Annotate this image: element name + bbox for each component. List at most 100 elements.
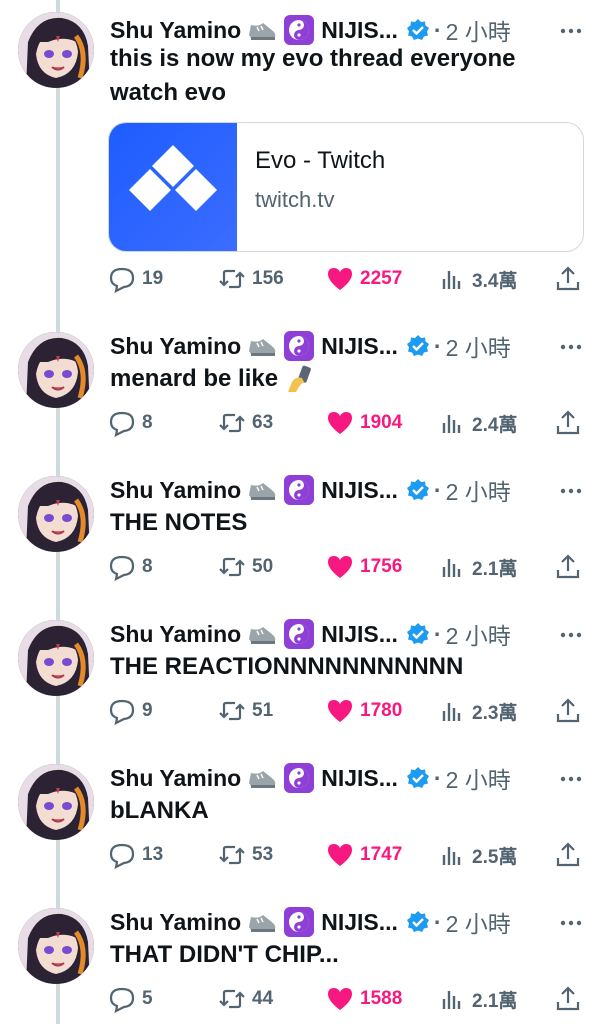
- tweet-text-line: this is now my evo thread everyone: [110, 45, 516, 72]
- like-button[interactable]: 1747: [326, 838, 402, 872]
- share-button[interactable]: [554, 550, 582, 584]
- tweet-text-line: THE NOTES: [110, 509, 248, 536]
- views-icon: [442, 271, 461, 289]
- author-name[interactable]: Shu Yamino: [110, 333, 241, 360]
- reply-icon: [109, 555, 135, 581]
- action-bar: 8 63 1904 2.4萬: [108, 406, 584, 440]
- reply-button[interactable]: 13: [108, 838, 163, 872]
- yin-yang-emoji-icon: [284, 331, 315, 361]
- views-icon: [442, 415, 461, 433]
- more-icon[interactable]: [556, 620, 586, 650]
- like-button[interactable]: 1904: [326, 406, 402, 440]
- avatar[interactable]: [18, 620, 94, 696]
- share-button[interactable]: [554, 694, 582, 728]
- timestamp[interactable]: 2 小時: [446, 905, 511, 939]
- yin-yang-emoji-icon: [284, 475, 315, 505]
- selfie-emoji-icon: [288, 365, 311, 392]
- author-name[interactable]: Shu Yamino: [110, 477, 241, 504]
- verified-badge-icon: [406, 623, 429, 644]
- retweet-button[interactable]: 44: [218, 982, 273, 1016]
- reply-count: 13: [142, 844, 164, 865]
- link-card[interactable]: Evo - Twitch twitch.tv: [108, 122, 584, 252]
- reply-button[interactable]: 19: [108, 262, 163, 296]
- tweet-text-line: THE REACTIONNNNNNNNNNN: [110, 653, 464, 680]
- more-icon[interactable]: [556, 476, 586, 506]
- author-name[interactable]: Shu Yamino: [110, 909, 241, 936]
- retweet-icon: [219, 413, 245, 433]
- verified-badge-icon: [406, 19, 429, 40]
- share-button[interactable]: [554, 982, 582, 1016]
- view-count: 2.1萬: [472, 990, 518, 1012]
- retweet-icon: [219, 701, 245, 721]
- tweet-text-line: menard be like: [110, 365, 279, 392]
- timestamp[interactable]: 2 小時: [446, 473, 511, 507]
- retweet-button[interactable]: 156: [218, 262, 284, 296]
- retweet-button[interactable]: 53: [218, 838, 273, 872]
- author-name[interactable]: Shu Yamino: [110, 765, 241, 792]
- views-icon: [442, 559, 461, 577]
- like-button[interactable]: 1588: [326, 982, 402, 1016]
- shoe-emoji-icon: [249, 339, 276, 356]
- avatar[interactable]: [18, 908, 94, 984]
- like-icon: [328, 844, 352, 866]
- reply-button[interactable]: 8: [108, 406, 153, 440]
- timestamp[interactable]: 2 小時: [446, 329, 511, 363]
- more-icon[interactable]: [556, 908, 586, 938]
- verified-badge-icon: [406, 767, 429, 788]
- more-icon[interactable]: [556, 332, 586, 362]
- author-name[interactable]: Shu Yamino: [110, 17, 241, 44]
- author-org: NIJIS...: [321, 764, 398, 791]
- reply-icon: [109, 411, 135, 437]
- views-button[interactable]: 2.1萬: [438, 982, 517, 1016]
- avatar[interactable]: [18, 332, 94, 408]
- views-button[interactable]: 2.5萬: [438, 838, 517, 872]
- evo-logo: [109, 123, 237, 251]
- views-icon: [442, 847, 461, 865]
- retweet-button[interactable]: 51: [218, 694, 273, 728]
- like-button[interactable]: 1756: [326, 550, 402, 584]
- shoe-emoji-icon: [249, 23, 276, 40]
- retweet-button[interactable]: 63: [218, 406, 273, 440]
- tweet-header: Shu Yamino NIJIS... · 2 小時: [110, 614, 511, 654]
- like-icon: [328, 700, 352, 722]
- time-separator: ·: [433, 764, 442, 791]
- reply-count: 9: [142, 700, 153, 721]
- author-name[interactable]: Shu Yamino: [110, 621, 241, 648]
- timestamp[interactable]: 2 小時: [446, 761, 511, 795]
- views-button[interactable]: 2.3萬: [438, 694, 517, 728]
- share-button[interactable]: [554, 262, 582, 296]
- like-button[interactable]: 1780: [326, 694, 402, 728]
- avatar[interactable]: [18, 764, 94, 840]
- card-domain: twitch.tv: [255, 187, 335, 212]
- more-icon[interactable]: [556, 16, 586, 46]
- shoe-emoji-icon: [249, 771, 276, 788]
- like-button[interactable]: 2257: [326, 262, 402, 296]
- views-button[interactable]: 3.4萬: [438, 262, 517, 296]
- like-count: 1747: [360, 844, 403, 865]
- like-icon: [328, 412, 352, 434]
- yin-yang-emoji-icon: [284, 763, 315, 793]
- action-bar: 13 53 1747 2.5萬: [108, 838, 584, 872]
- verified-badge-icon: [406, 335, 429, 356]
- reply-button[interactable]: 5: [108, 982, 153, 1016]
- views-button[interactable]: 2.1萬: [438, 550, 517, 584]
- avatar[interactable]: [18, 12, 94, 88]
- shoe-emoji-icon: [249, 483, 276, 500]
- reply-button[interactable]: 8: [108, 550, 153, 584]
- retweet-icon: [219, 269, 245, 289]
- time-separator: ·: [433, 908, 442, 935]
- more-icon[interactable]: [556, 764, 586, 794]
- timestamp[interactable]: 2 小時: [446, 617, 511, 651]
- reply-count: 8: [142, 412, 153, 433]
- retweet-icon: [219, 557, 245, 577]
- reply-button[interactable]: 9: [108, 694, 153, 728]
- like-icon: [328, 556, 352, 578]
- retweet-button[interactable]: 50: [218, 550, 273, 584]
- avatar[interactable]: [18, 476, 94, 552]
- views-button[interactable]: 2.4萬: [438, 406, 517, 440]
- share-icon: [556, 554, 580, 579]
- share-button[interactable]: [554, 406, 582, 440]
- reply-count: 8: [142, 556, 153, 577]
- share-button[interactable]: [554, 838, 582, 872]
- yin-yang-emoji-icon: [284, 619, 315, 649]
